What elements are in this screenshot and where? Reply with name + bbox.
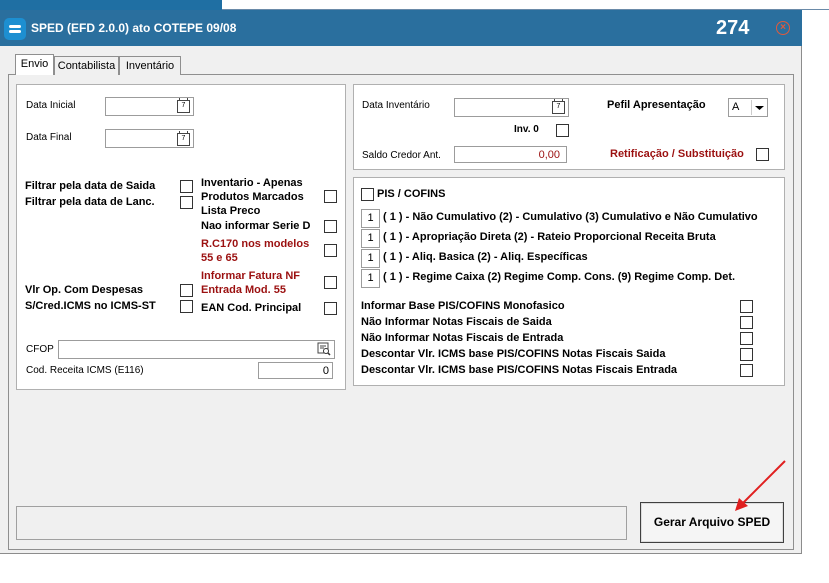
pis-row-4-text: ( 1 ) - Regime Caixa (2) Regime Comp. Co…	[383, 271, 736, 283]
inventario-apenas-checkbox[interactable]	[324, 190, 337, 203]
pis-row-3-text: ( 1 ) - Aliq. Basica (2) - Aliq. Específ…	[383, 251, 588, 263]
option-desc-entrada-checkbox[interactable]	[740, 364, 753, 377]
filtrar-lanc-label: Filtrar pela data de Lanc.	[25, 196, 155, 208]
saldo-credor-label: Saldo Credor Ant.	[362, 150, 441, 161]
calendar-icon[interactable]: 7	[177, 98, 190, 113]
rc170-checkbox[interactable]	[324, 244, 337, 257]
retificacao-checkbox[interactable]	[756, 148, 769, 161]
data-final-label: Data Final	[26, 132, 72, 143]
ean-label: EAN Cod. Principal	[201, 302, 302, 314]
option-monofasico-checkbox[interactable]	[740, 300, 753, 313]
vlr-op-checkbox[interactable]	[180, 284, 193, 297]
vlr-op-label: Vlr Op. Com Despesas	[25, 284, 143, 296]
perfil-value: A	[732, 101, 740, 113]
pis-cofins-checkbox[interactable]	[361, 188, 374, 201]
pis-row-2-text: ( 1 ) - Apropriação Direta (2) - Rateio …	[383, 231, 716, 243]
option-monofasico-label: Informar Base PIS/COFINS Monofasico	[361, 300, 565, 312]
cod-receita-input[interactable]: 0	[258, 362, 333, 379]
data-inventario-label: Data Inventário	[362, 100, 430, 111]
nao-serie-d-label: Nao informar Serie D	[201, 220, 311, 232]
pis-cofins-header: PIS / COFINS	[377, 188, 446, 200]
fatura-nf-label: Informar Fatura NF Entrada Mod. 55	[201, 270, 301, 296]
perfil-select[interactable]: A	[728, 98, 768, 117]
option-nf-entrada-label: Não Informar Notas Fiscais de Entrada	[361, 332, 564, 344]
option-desc-saida-label: Descontar Vlr. ICMS base PIS/COFINS Nota…	[361, 348, 666, 360]
window-title: SPED (EFD 2.0.0) ato COTEPE 09/08	[31, 21, 237, 35]
lookup-icon[interactable]	[317, 342, 331, 356]
option-nf-entrada-checkbox[interactable]	[740, 332, 753, 345]
pis-row-4-value[interactable]: 1	[361, 269, 380, 288]
pis-row-1-value[interactable]: 1	[361, 209, 380, 228]
inv0-label: Inv. 0	[514, 124, 539, 135]
status-bar	[16, 506, 627, 540]
cfop-input[interactable]	[58, 340, 335, 359]
calendar-icon[interactable]: 7	[177, 131, 190, 146]
cod-receita-label: Cod. Receita ICMS (E116)	[26, 365, 144, 376]
nao-serie-d-checkbox[interactable]	[324, 220, 337, 233]
scred-checkbox[interactable]	[180, 300, 193, 313]
fatura-nf-checkbox[interactable]	[324, 276, 337, 289]
chevron-down-icon[interactable]	[751, 100, 767, 115]
calendar-icon[interactable]: 7	[552, 99, 565, 114]
option-nf-saida-label: Não Informar Notas Fiscais de Saida	[361, 316, 552, 328]
window-border-right	[801, 46, 802, 554]
record-counter: 274	[716, 17, 750, 39]
option-desc-saida-checkbox[interactable]	[740, 348, 753, 361]
saldo-credor-input[interactable]: 0,00	[454, 146, 567, 163]
filtrar-saida-label: Filtrar pela data de Saida	[25, 180, 156, 192]
option-nf-saida-checkbox[interactable]	[740, 316, 753, 329]
scred-label: S/Cred.ICMS no ICMS-ST	[25, 300, 156, 312]
retificacao-label: Retificação / Substituição	[610, 148, 744, 160]
tab-contabilista[interactable]: Contabilista	[54, 56, 119, 75]
filtrar-saida-checkbox[interactable]	[180, 180, 193, 193]
app-logo-icon	[4, 18, 26, 40]
option-desc-entrada-label: Descontar Vlr. ICMS base PIS/COFINS Nota…	[361, 364, 678, 376]
window-border-bottom	[0, 553, 802, 554]
ean-checkbox[interactable]	[324, 302, 337, 315]
data-inicial-label: Data Inicial	[26, 100, 76, 111]
inv0-checkbox[interactable]	[556, 124, 569, 137]
pis-row-3-value[interactable]: 1	[361, 249, 380, 268]
pis-row-1-text: ( 1 ) - Não Cumulativo (2) - Cumulativo …	[383, 211, 758, 223]
cfop-label: CFOP	[26, 344, 54, 355]
perfil-label: Pefil Apresentação	[607, 99, 706, 111]
tab-envio[interactable]: Envio	[15, 54, 54, 75]
filtrar-lanc-checkbox[interactable]	[180, 196, 193, 209]
rc170-label: R.C170 nos modelos 55 e 65	[201, 238, 310, 264]
inventario-apenas-label: Inventario - Apenas Produtos Marcados Li…	[201, 177, 304, 217]
close-circle-icon[interactable]: ×	[776, 21, 790, 35]
annotation-arrow-icon	[735, 460, 786, 511]
top-strip	[0, 0, 222, 10]
tab-inventario[interactable]: Inventário	[119, 56, 181, 75]
pis-row-2-value[interactable]: 1	[361, 229, 380, 248]
